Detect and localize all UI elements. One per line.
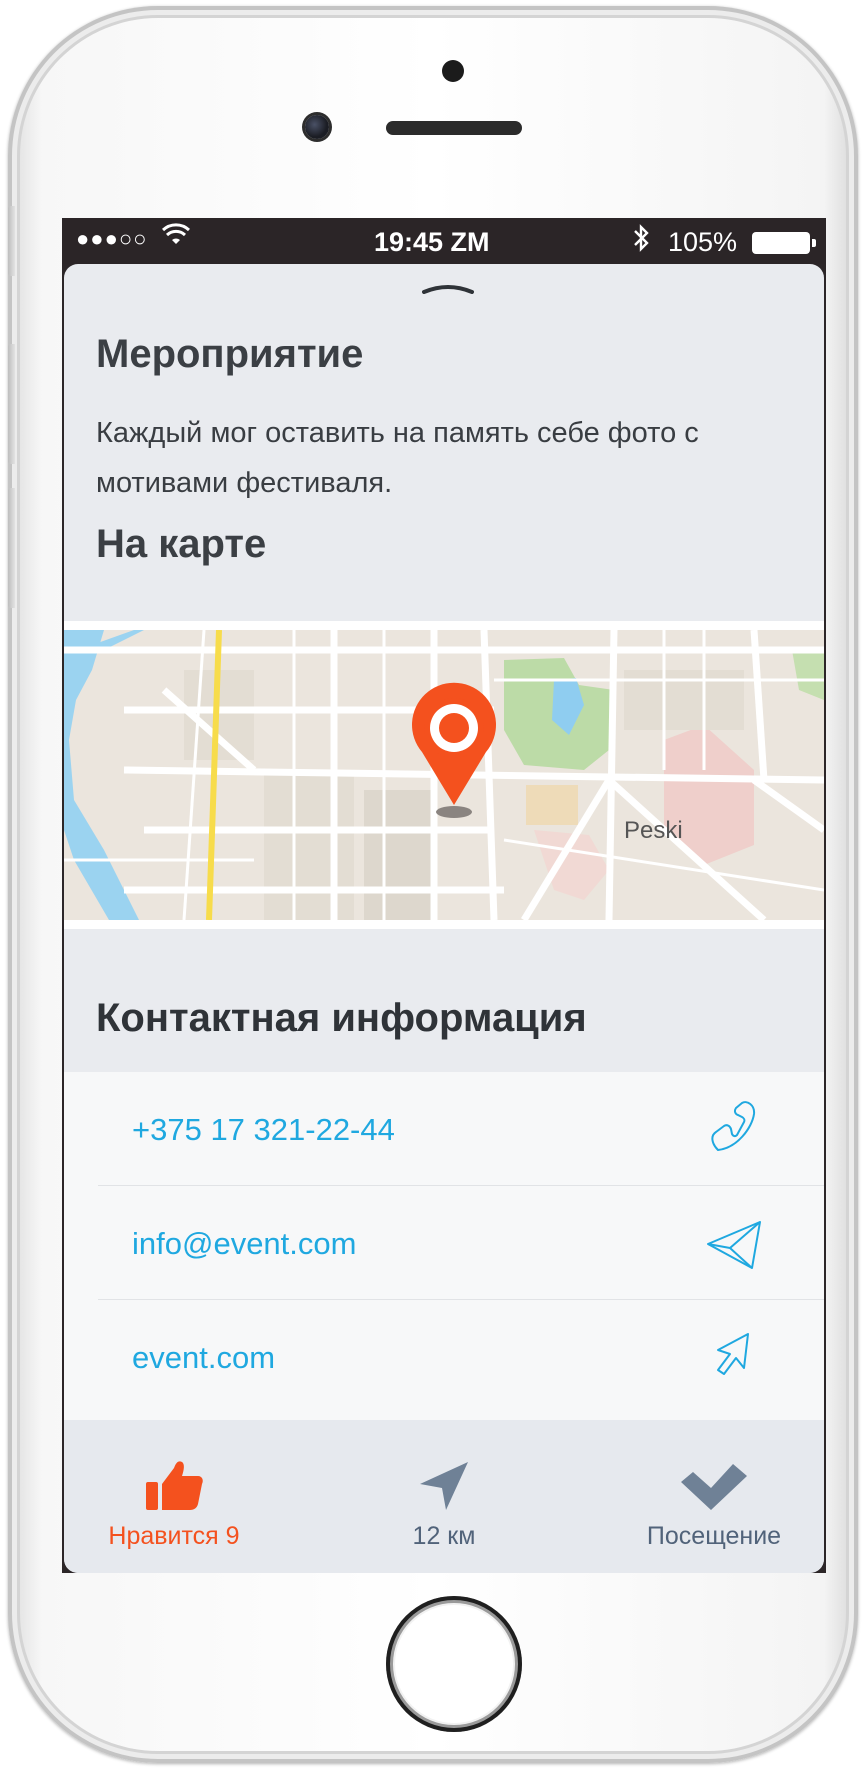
tab-like[interactable]: Нравится 9 (64, 1420, 284, 1573)
check-mark-icon[interactable] (679, 1458, 749, 1514)
distance-label: 12 км (412, 1522, 476, 1550)
event-detail-sheet: Мероприятие Каждый мог оставить на памят… (64, 264, 824, 1573)
front-camera (305, 115, 329, 139)
volume-up-button (8, 344, 15, 464)
attendance-label: Посещение (646, 1522, 782, 1550)
navigation-arrow-icon[interactable] (416, 1458, 472, 1514)
signal-strength: ●●●○○ (76, 226, 148, 251)
battery-icon (752, 232, 816, 254)
contact-row-phone[interactable]: +375 17 321-22-44 (64, 1072, 824, 1186)
block-area (264, 770, 354, 920)
phone-link[interactable]: +375 17 321-22-44 (132, 1112, 395, 1148)
phone-icon[interactable] (704, 1100, 764, 1160)
email-link[interactable]: info@event.com (132, 1226, 356, 1262)
status-time: 19:45 ZM (374, 227, 490, 257)
contacts-section-title: Контактная информация (96, 996, 587, 1040)
collapse-handle-icon[interactable] (422, 284, 474, 294)
map-container[interactable]: Peski (64, 621, 824, 929)
website-link[interactable]: event.com (132, 1340, 275, 1376)
wifi-icon (161, 223, 191, 254)
cursor-icon[interactable] (704, 1328, 764, 1388)
map-section-title: На карте (96, 522, 267, 566)
event-section-title: Мероприятие (96, 332, 364, 376)
bottom-tab-bar: Нравится 9 12 км Посещение (64, 1420, 824, 1573)
map-pin-shadow (436, 806, 472, 818)
map-place-label: Peski (624, 817, 683, 844)
screen: ●●●○○ 19:45 ZM 105% Мероприятие Каждый м… (62, 218, 826, 1573)
send-icon[interactable] (704, 1214, 764, 1274)
tab-distance[interactable]: 12 км (334, 1420, 554, 1573)
battery-percent: 105% (668, 227, 738, 257)
tab-attendance[interactable]: Посещение (604, 1420, 824, 1573)
like-count-label: Нравится 9 (108, 1522, 240, 1550)
volume-down-button (8, 488, 15, 608)
contact-list: +375 17 321-22-44 info@event.com event.c… (64, 1072, 824, 1420)
block-area (364, 790, 434, 920)
map-view[interactable]: Peski (64, 630, 824, 920)
status-bar: ●●●○○ 19:45 ZM 105% (62, 218, 826, 264)
home-button[interactable] (386, 1596, 522, 1732)
thumbs-up-icon[interactable] (144, 1458, 204, 1514)
bluetooth-icon (632, 223, 650, 260)
contact-row-email[interactable]: info@event.com (64, 1186, 824, 1300)
earpiece-speaker (386, 121, 522, 135)
block-area (526, 785, 578, 825)
proximity-sensor (442, 60, 464, 82)
event-description: Каждый мог оставить на память себе фото … (96, 417, 699, 499)
silent-switch (8, 206, 15, 276)
contact-row-website[interactable]: event.com (64, 1300, 824, 1414)
